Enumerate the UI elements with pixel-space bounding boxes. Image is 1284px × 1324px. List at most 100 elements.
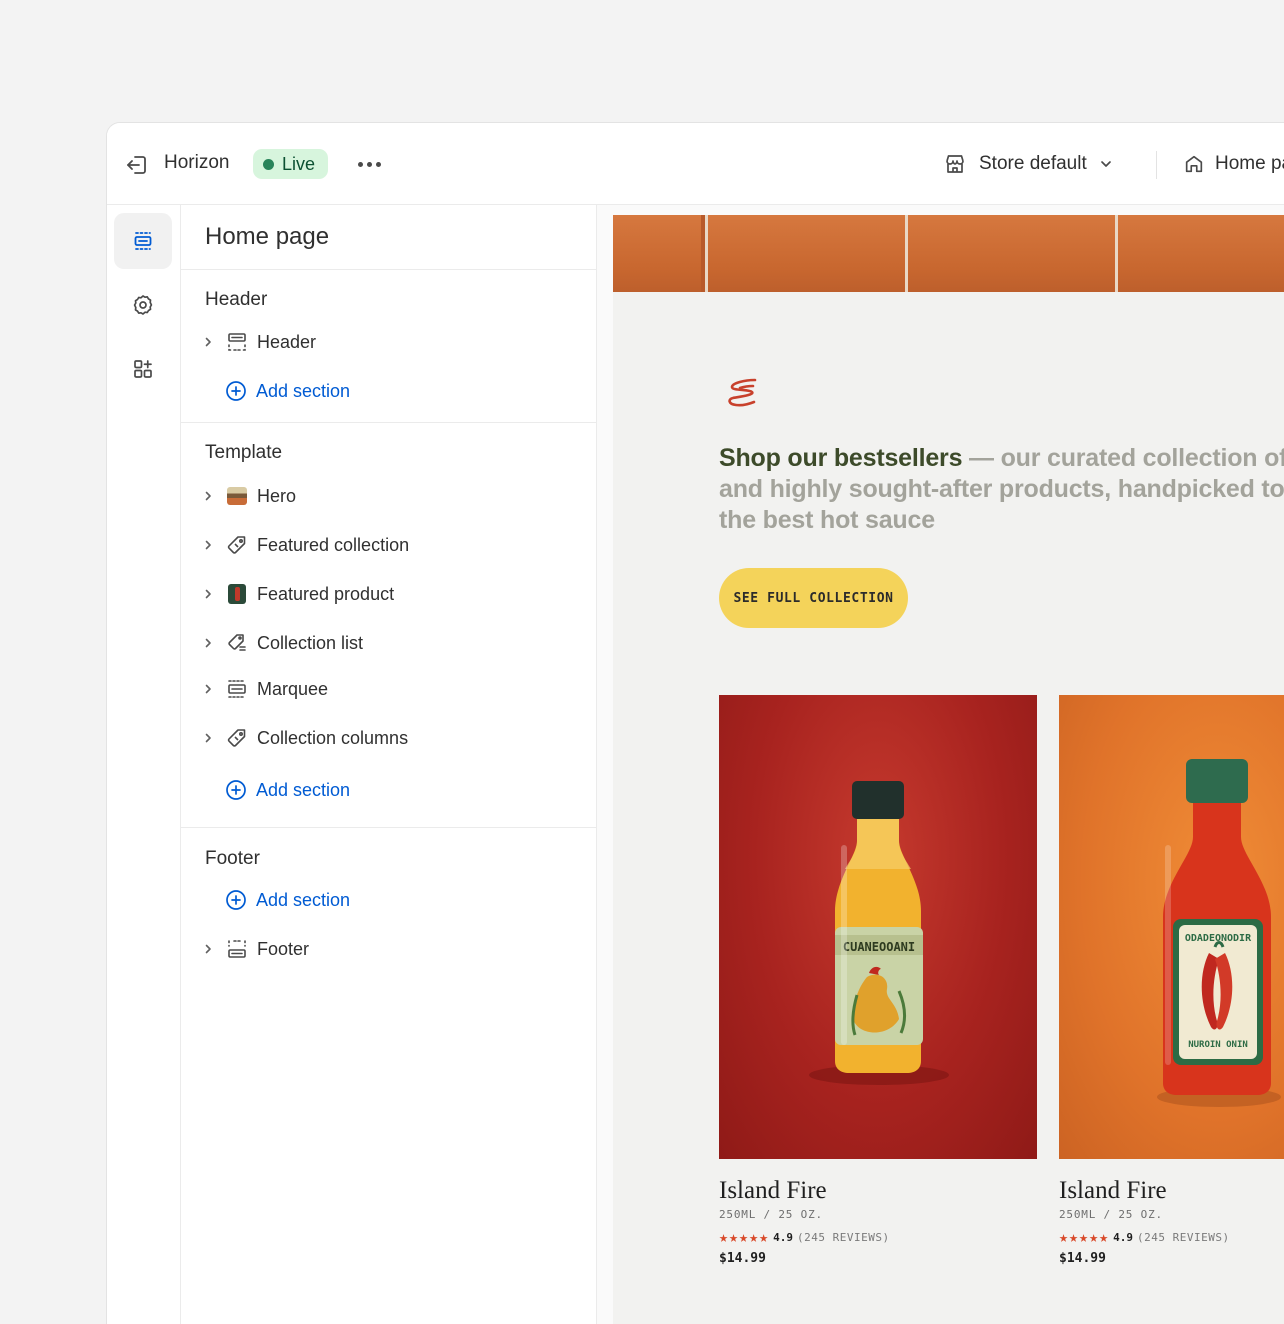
more-actions-button[interactable] <box>353 150 385 178</box>
add-section-label: Add section <box>256 380 351 401</box>
ellipsis-dot <box>366 161 372 167</box>
sections-icon <box>134 232 152 250</box>
tag-icon <box>225 533 249 557</box>
rating-score: 4.9 <box>1113 1230 1134 1244</box>
panel-title: Home page <box>205 223 330 250</box>
add-section-label: Add section <box>256 889 351 910</box>
product-card[interactable]: CUANEOOANI Island Fire 250ML / 25 OZ. ★★… <box>719 695 1037 1266</box>
hot-sauce-bottle-red-image: ODADEONODIR NUROIN ONIN <box>1157 759 1281 1107</box>
brand-squiggle-icon <box>728 378 757 407</box>
status-badge: Live <box>253 149 329 179</box>
sections-panel: Home page Header Header Add section Temp… <box>181 205 597 1324</box>
home-icon <box>1185 155 1203 173</box>
group-title-footer: Footer <box>205 848 260 869</box>
topbar-divider <box>1156 151 1157 179</box>
exit-icon <box>127 156 146 174</box>
live-dot-icon <box>263 158 274 170</box>
collection-list-icon <box>225 631 249 655</box>
product-thumbnail-icon <box>225 582 249 606</box>
editor-topbar: Horizon Live Store default Home page <box>107 123 1284 205</box>
section-row-collection-columns[interactable]: Collection columns <box>199 721 586 755</box>
group-title-template: Template <box>205 442 283 463</box>
section-row-featured-collection[interactable]: Featured collection <box>199 528 586 562</box>
rail-settings-button[interactable] <box>114 277 172 333</box>
editor-icon-rail <box>107 205 181 1324</box>
gear-icon <box>133 295 153 315</box>
add-section-footer-button[interactable]: Add section <box>225 885 350 915</box>
chevron-down-icon <box>1100 161 1111 167</box>
section-row-marquee[interactable]: Marquee <box>199 672 586 706</box>
brick-tile <box>613 215 701 292</box>
status-badge-label: Live <box>282 153 316 174</box>
theme-name: Horizon <box>164 152 230 173</box>
ellipsis-icon <box>357 161 363 167</box>
rail-sections-button[interactable] <box>114 213 172 269</box>
section-row-header[interactable]: Header <box>199 325 586 359</box>
section-label: Collection list <box>257 632 364 653</box>
product-price: $14.99 <box>1059 1251 1106 1266</box>
hot-sauce-bottle-yellow-image: CUANEOOANI <box>809 781 949 1085</box>
product-name[interactable]: Island Fire <box>719 1177 1037 1205</box>
chevron-right-icon[interactable] <box>199 732 217 744</box>
exit-editor-button[interactable] <box>123 151 151 179</box>
footer-section-icon <box>225 937 249 961</box>
chevron-right-icon[interactable] <box>199 539 217 551</box>
tag-icon <box>225 726 249 750</box>
svg-text:CUANEOOANI: CUANEOOANI <box>843 940 915 954</box>
chevron-right-icon[interactable] <box>199 943 217 955</box>
product-image[interactable]: CUANEOOANI <box>719 695 1037 1159</box>
review-count: (245 REVIEWS) <box>797 1230 890 1244</box>
product-card[interactable]: ODADEONODIR NUROIN ONIN Island Fire 250M… <box>1059 695 1284 1266</box>
plus-circle-icon <box>226 780 246 800</box>
product-rating: ★★★★★ 4.9 (245 REVIEWS) <box>719 1228 1037 1246</box>
chevron-right-icon[interactable] <box>199 637 217 649</box>
section-row-featured-product[interactable]: Featured product <box>199 577 586 611</box>
rail-apps-button[interactable] <box>114 341 172 397</box>
marquee-icon <box>225 677 249 701</box>
section-label: Header <box>257 331 317 352</box>
store-icon <box>946 155 964 173</box>
section-label: Marquee <box>257 678 329 699</box>
divider <box>181 269 596 270</box>
divider <box>181 827 596 828</box>
product-size: 250ML / 25 OZ. <box>1059 1208 1163 1221</box>
product-size: 250ML / 25 OZ. <box>719 1208 823 1221</box>
theme-editor-window: Horizon Live Store default Home page <box>106 122 1284 1324</box>
hero-image-strip <box>613 215 1284 292</box>
chevron-right-icon[interactable] <box>199 336 217 348</box>
section-label: Featured product <box>257 583 395 604</box>
section-label: Featured collection <box>257 534 410 555</box>
section-row-collection-list[interactable]: Collection list <box>199 626 586 660</box>
section-row-footer[interactable]: Footer <box>199 932 586 966</box>
page-selector[interactable]: Home page <box>1183 149 1284 179</box>
brick-tile <box>905 215 1115 292</box>
star-rating-icon: ★★★★★ <box>719 1228 770 1246</box>
product-image[interactable]: ODADEONODIR NUROIN ONIN <box>1059 695 1284 1159</box>
section-row-hero[interactable]: Hero <box>199 479 586 513</box>
add-section-header-button[interactable]: Add section <box>225 376 350 406</box>
chevron-right-icon[interactable] <box>199 588 217 600</box>
bestsellers-headline: Shop our bestsellers — our curated colle… <box>719 443 1284 536</box>
group-title-header: Header <box>205 289 268 310</box>
chevron-right-icon[interactable] <box>199 490 217 502</box>
brick-tile <box>1115 215 1284 292</box>
chevron-right-icon[interactable] <box>199 683 217 695</box>
section-label: Footer <box>257 938 310 959</box>
see-full-collection-button[interactable]: SEE FULL COLLECTION <box>719 568 908 628</box>
store-selector-label: Store default <box>979 153 1087 174</box>
review-count: (245 REVIEWS) <box>1137 1230 1230 1244</box>
store-selector[interactable]: Store default <box>943 149 1113 179</box>
add-section-template-button[interactable]: Add section <box>225 775 350 805</box>
brick-tile <box>705 215 905 292</box>
section-label: Collection columns <box>257 727 409 748</box>
product-name[interactable]: Island Fire <box>1059 1177 1284 1205</box>
product-rating: ★★★★★ 4.9 (245 REVIEWS) <box>1059 1228 1284 1246</box>
ellipsis-dot <box>375 161 381 167</box>
headline-highlight: Shop our bestsellers <box>719 444 963 472</box>
header-section-icon <box>225 330 249 354</box>
hero-thumbnail-icon <box>225 484 249 508</box>
apps-icon <box>134 360 152 378</box>
page-selector-label: Home page <box>1215 153 1284 174</box>
store-preview-canvas[interactable]: Shop our bestsellers — our curated colle… <box>613 215 1284 1324</box>
star-rating-icon: ★★★★★ <box>1059 1228 1110 1246</box>
